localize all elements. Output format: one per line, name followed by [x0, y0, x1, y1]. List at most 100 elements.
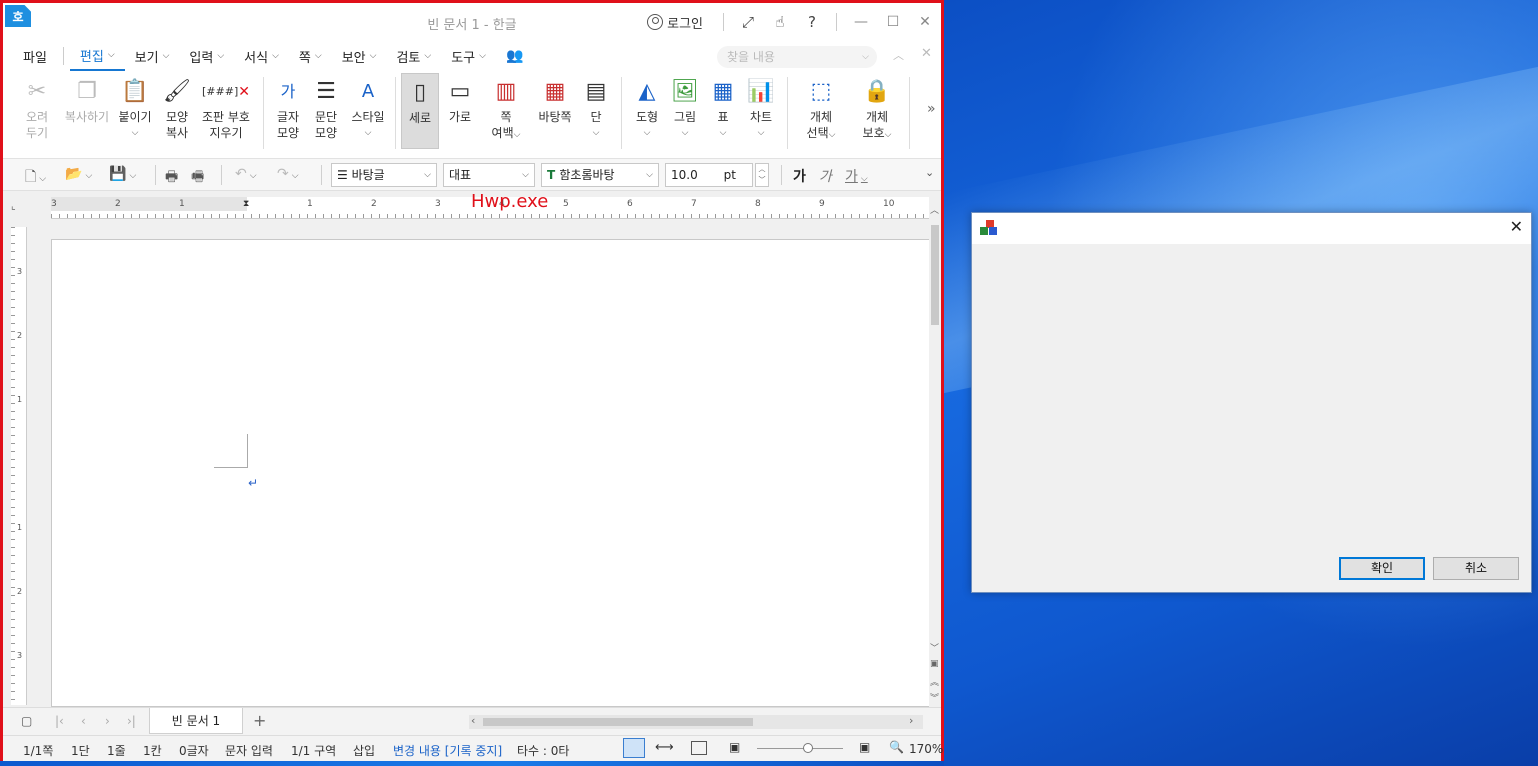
- menu-view[interactable]: 보기 ⌵: [125, 41, 180, 71]
- document-page[interactable]: ↵: [51, 239, 931, 707]
- magnifier-icon[interactable]: 🔍: [889, 740, 904, 754]
- zoom-slider-track[interactable]: [757, 748, 843, 749]
- chart-button[interactable]: 📊 차트 ⌵: [743, 75, 779, 141]
- vertical-scroll-thumb[interactable]: [931, 225, 939, 325]
- cut-button[interactable]: ✂ 오려 두기: [15, 75, 59, 141]
- copy-icon: ❐: [77, 79, 97, 104]
- portrait-button[interactable]: ▯ 세로: [401, 73, 439, 149]
- table-button[interactable]: ▦ 표 ⌵: [707, 75, 739, 141]
- print-preview-icon[interactable]: 🖷: [191, 166, 204, 190]
- fullscreen-icon[interactable]: ⤢: [732, 13, 764, 31]
- italic-button[interactable]: 가: [819, 166, 832, 186]
- minimize-button[interactable]: —: [845, 14, 877, 30]
- zoom-slider-knob[interactable]: [803, 743, 813, 753]
- redo-icon[interactable]: ↷ ⌵: [277, 166, 299, 182]
- tab-list-icon[interactable]: ▢: [21, 714, 32, 728]
- ribbon-more-icon[interactable]: »: [927, 101, 936, 117]
- style-select[interactable]: ☰ 바탕글 ⌵: [331, 163, 437, 187]
- close-button[interactable]: ✕: [909, 14, 941, 30]
- bold-button[interactable]: 가: [793, 166, 806, 186]
- scroll-up-icon[interactable]: ︿: [930, 203, 939, 216]
- user-share-icon[interactable]: 👥: [496, 41, 533, 71]
- next-page-icon[interactable]: ︾: [930, 691, 939, 704]
- shape-button[interactable]: ◭ 도형 ⌵: [629, 75, 665, 141]
- new-document-icon[interactable]: 🗋 ⌵: [25, 166, 46, 190]
- columns-icon: ▤: [585, 79, 607, 104]
- save-icon[interactable]: 💾 ⌵: [109, 166, 136, 182]
- toolbar-expand-icon[interactable]: ⌄: [925, 166, 934, 179]
- copy-button[interactable]: ❐ 복사하기: [59, 75, 115, 125]
- select-object-button[interactable]: ⬚ 개체 선택⌵: [801, 75, 841, 143]
- touch-mode-icon[interactable]: ☝: [764, 13, 796, 31]
- page-view-button[interactable]: [623, 738, 645, 758]
- menu-format[interactable]: 서식 ⌵: [234, 41, 289, 71]
- zoom-level[interactable]: 170%: [909, 742, 943, 756]
- font-size-input[interactable]: 10.0 pt: [665, 163, 753, 187]
- underline-button[interactable]: 가 ⌵: [845, 166, 868, 186]
- landscape-button[interactable]: ▭ 가로: [441, 75, 479, 125]
- vertical-ruler[interactable]: 3 2 1 1 2 3: [11, 227, 27, 705]
- search-input[interactable]: 찾을 내용 ⌵: [717, 46, 877, 68]
- vertical-scrollbar[interactable]: ︿ ﹀ ▣ ︽ ︾: [929, 201, 941, 707]
- horizontal-scrollbar[interactable]: ‹ ›: [469, 714, 923, 729]
- dialog-close-icon[interactable]: ✕: [1510, 217, 1523, 236]
- last-tab-icon[interactable]: ›|: [127, 714, 136, 728]
- help-button[interactable]: ?: [796, 13, 828, 31]
- columns-button[interactable]: ▤ 단 ⌵: [579, 75, 613, 141]
- status-section[interactable]: 1/1 구역: [291, 742, 336, 759]
- menu-file[interactable]: 파일: [13, 41, 57, 71]
- open-folder-icon[interactable]: 📂 ⌵: [65, 166, 92, 182]
- login-button[interactable]: 로그인: [647, 13, 703, 32]
- font-select[interactable]: T 함초롬바탕 ⌵: [541, 163, 659, 187]
- status-track-changes[interactable]: 변경 내용 [기록 중지]: [393, 742, 502, 759]
- indent-marker-icon[interactable]: ⧗: [243, 199, 249, 209]
- scroll-down-icon[interactable]: ﹀: [930, 641, 939, 654]
- font-size-stepper[interactable]: ︿ ﹀: [755, 163, 769, 187]
- protect-object-button[interactable]: 🔒 개체 보호⌵: [855, 75, 899, 143]
- next-tab-icon[interactable]: ›: [105, 714, 110, 728]
- cancel-button[interactable]: 취소: [1433, 557, 1519, 580]
- char-shape-button[interactable]: 가 글자 모양: [271, 75, 305, 141]
- previous-page-icon[interactable]: ︽: [930, 675, 939, 688]
- status-input-mode[interactable]: 문자 입력: [225, 742, 273, 759]
- font-size-value: 10.0: [671, 168, 698, 182]
- status-insert-mode[interactable]: 삽입: [353, 742, 375, 759]
- close-search-icon[interactable]: ✕: [921, 46, 932, 61]
- horizontal-scroll-thumb[interactable]: [483, 718, 753, 726]
- horizontal-ruler[interactable]: 3 2 1 ⧗ 1 2 3 4 5 6 7 8 9 10 Hwp.exe: [51, 191, 929, 219]
- undo-icon[interactable]: ↶ ⌵: [235, 166, 257, 182]
- format-copy-button[interactable]: 🖌 모양 복사: [157, 75, 197, 141]
- ok-button[interactable]: 확인: [1339, 557, 1425, 580]
- status-page[interactable]: 1/1쪽: [23, 742, 53, 759]
- clear-codes-button[interactable]: [###] ✕ 조판 부호 지우기: [199, 75, 253, 141]
- scroll-left-icon[interactable]: ‹: [471, 714, 475, 727]
- style-button[interactable]: A 스타일 ⌵: [347, 75, 389, 141]
- menu-page[interactable]: 쪽 ⌵: [289, 41, 332, 71]
- menu-review[interactable]: 검토 ⌵: [386, 41, 441, 71]
- zoom-in-icon[interactable]: ▣: [859, 740, 870, 754]
- menu-tools[interactable]: 도구 ⌵: [441, 41, 496, 71]
- picture-button[interactable]: 🖼 그림 ⌵: [667, 75, 703, 141]
- menu-security[interactable]: 보안 ⌵: [332, 41, 387, 71]
- document-tab[interactable]: 빈 문서 1: [149, 708, 243, 734]
- background-page-button[interactable]: ▦ 바탕쪽: [535, 75, 575, 125]
- fit-width-icon[interactable]: ⟷: [655, 740, 674, 755]
- add-tab-button[interactable]: +: [253, 711, 266, 730]
- scroll-right-icon[interactable]: ›: [909, 714, 913, 727]
- ruler-corner-icon[interactable]: ⌞: [11, 201, 16, 212]
- page-margin-button[interactable]: ▥ 쪽 여백⌵: [485, 75, 527, 143]
- first-tab-icon[interactable]: |‹: [55, 714, 64, 728]
- paste-button[interactable]: 📋 붙이기 ⌵: [115, 75, 155, 141]
- chart-label: 차트: [749, 110, 773, 124]
- prev-tab-icon[interactable]: ‹: [81, 714, 86, 728]
- collapse-ribbon-icon[interactable]: ︿: [893, 47, 904, 63]
- menu-edit[interactable]: 편집 ⌵: [69, 41, 125, 71]
- language-select[interactable]: 대표 ⌵: [443, 163, 535, 187]
- para-shape-button[interactable]: ☰ 문단 모양: [307, 75, 345, 141]
- maximize-button[interactable]: ☐: [877, 14, 909, 30]
- menu-insert[interactable]: 입력 ⌵: [179, 41, 234, 71]
- zoom-out-icon[interactable]: ▣: [729, 740, 740, 754]
- full-page-view-button[interactable]: [691, 741, 707, 755]
- print-icon[interactable]: 🖶: [165, 166, 178, 190]
- page-view-icon[interactable]: ▣: [930, 659, 939, 669]
